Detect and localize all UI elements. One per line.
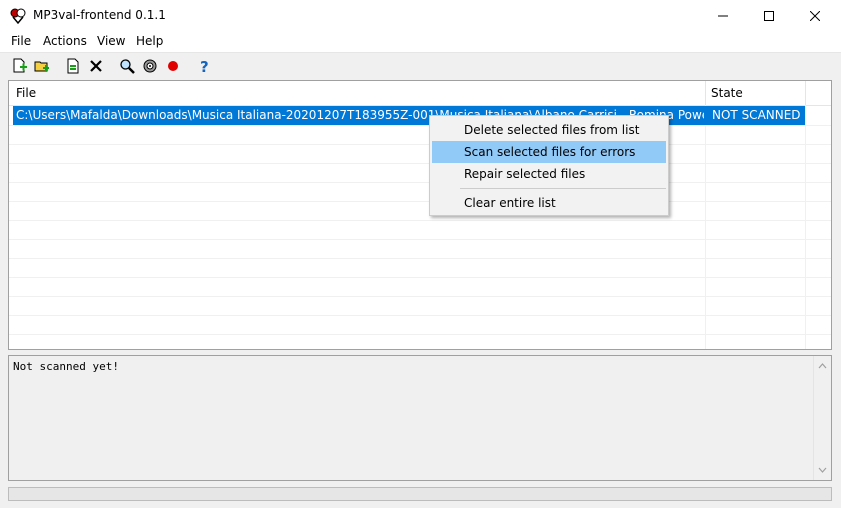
window-title: MP3val-frontend 0.1.1 (33, 8, 166, 22)
close-button[interactable] (792, 0, 838, 31)
title-bar: MP3val-frontend 0.1.1 (0, 0, 841, 31)
help-icon[interactable]: ? (196, 57, 214, 75)
svg-text:?: ? (200, 58, 209, 74)
toolbar: ? (0, 53, 841, 79)
menu-view[interactable]: View (96, 34, 126, 48)
maximize-button[interactable] (746, 0, 792, 31)
menu-help[interactable]: Help (135, 34, 164, 48)
menu-item-delete-selected[interactable]: Delete selected files from list (432, 119, 666, 141)
add-files-icon[interactable] (11, 57, 29, 75)
menu-bar: File Actions View Help (0, 31, 841, 53)
vertical-scrollbar[interactable] (813, 356, 831, 480)
column-header-state[interactable]: State (711, 86, 743, 100)
output-log[interactable]: Not scanned yet! (8, 355, 832, 481)
scan-file-icon[interactable] (64, 57, 82, 75)
list-header: File State (9, 81, 831, 106)
output-text: Not scanned yet! (13, 360, 119, 373)
minimize-button[interactable] (700, 0, 746, 31)
menu-separator (460, 188, 666, 189)
stop-record-icon[interactable] (164, 57, 182, 75)
delete-icon[interactable] (87, 57, 105, 75)
state-cell: NOT SCANNED (712, 108, 801, 122)
menu-file[interactable]: File (10, 34, 32, 48)
context-menu: Delete selected files from list Scan sel… (429, 115, 669, 216)
menu-item-repair-selected[interactable]: Repair selected files (432, 163, 666, 185)
file-list[interactable]: File State C:\Users\Mafalda\Downloads\Mu… (8, 80, 832, 350)
table-row[interactable]: C:\Users\Mafalda\Downloads\Musica Italia… (13, 106, 805, 125)
menu-item-scan-selected[interactable]: Scan selected files for errors (432, 141, 666, 163)
progress-bar (8, 487, 832, 501)
settings-gear-icon[interactable] (141, 57, 159, 75)
column-header-file[interactable]: File (16, 86, 36, 100)
add-folder-icon[interactable] (33, 57, 51, 75)
menu-item-clear-list[interactable]: Clear entire list (432, 192, 666, 214)
search-icon[interactable] (118, 57, 136, 75)
menu-actions[interactable]: Actions (42, 34, 88, 48)
app-icon (9, 7, 27, 25)
